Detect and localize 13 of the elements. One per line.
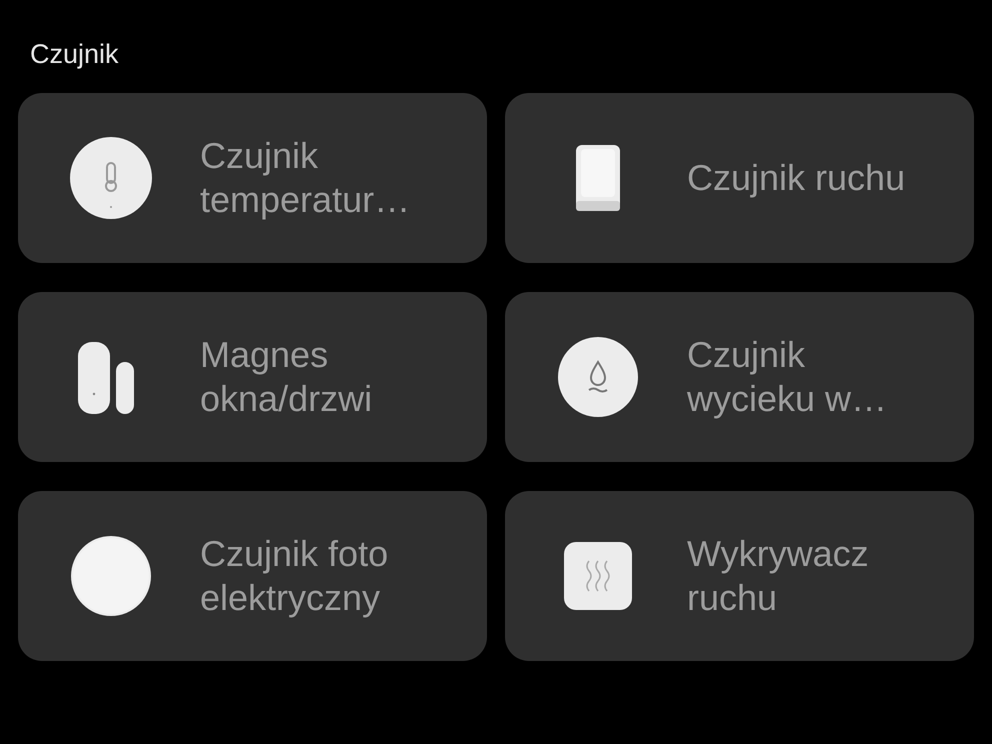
device-label: Magnes okna/drzwi — [200, 333, 374, 421]
device-card[interactable]: Magnes okna/drzwi — [18, 292, 487, 462]
device-card[interactable]: Czujnik wycieku w… — [505, 292, 974, 462]
device-label: Czujnik foto elektryczny — [200, 532, 390, 620]
device-label: Czujnik ruchu — [687, 156, 906, 200]
device-card[interactable]: Czujnik foto elektryczny — [18, 491, 487, 661]
section-title: Czujnik — [30, 38, 120, 71]
device-card[interactable]: Wykrywacz ruchu — [505, 491, 974, 661]
device-label: Czujnik temperatur… — [200, 134, 412, 222]
device-card[interactable]: Czujnik temperatur… — [18, 93, 487, 263]
device-label: Czujnik wycieku w… — [687, 333, 888, 421]
device-label: Wykrywacz ruchu — [687, 532, 870, 620]
device-card[interactable]: Czujnik ruchu — [505, 93, 974, 263]
